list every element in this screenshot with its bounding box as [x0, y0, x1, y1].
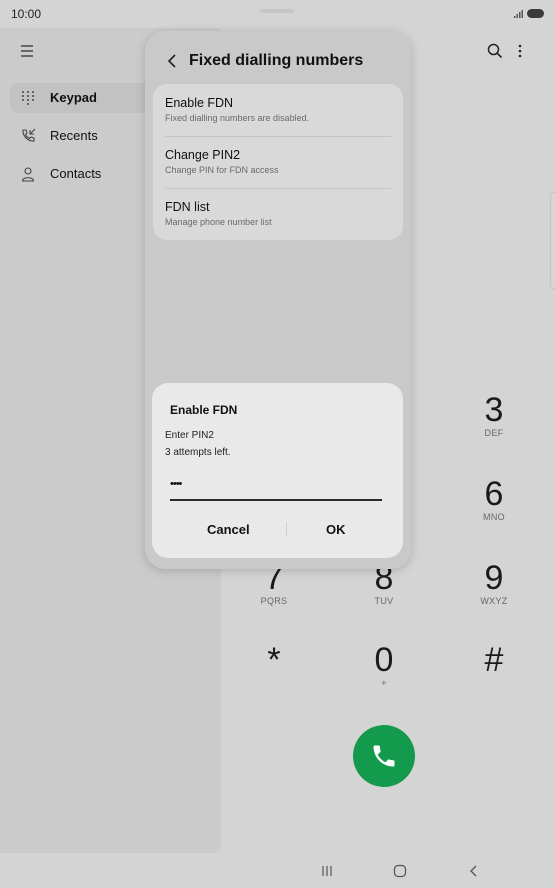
menu-icon[interactable]	[20, 44, 34, 58]
dialog-attempts-text: 3 attempts left.	[165, 447, 231, 458]
key-letters: TUV	[374, 596, 394, 606]
keypad-icon	[22, 91, 34, 105]
battery-icon	[527, 9, 544, 18]
key-letters: MNO	[483, 512, 505, 522]
key-digit: 6	[484, 475, 504, 513]
key-digit: 3	[484, 391, 504, 429]
button-separator	[286, 522, 287, 536]
key-digit: 0	[374, 641, 394, 679]
page-title: Fixed dialling numbers	[189, 52, 364, 69]
back-nav-icon[interactable]	[467, 864, 481, 878]
signal-icon	[514, 10, 523, 18]
row-subtitle: Change PIN for FDN access	[165, 165, 279, 175]
row-title: Change PIN2	[165, 148, 241, 162]
divider	[165, 188, 391, 189]
key-6[interactable]: 6 MNO	[464, 476, 524, 522]
sidebar-item-label: Keypad	[50, 90, 97, 105]
row-title: Enable FDN	[165, 96, 234, 110]
phone-icon	[373, 745, 395, 767]
dialog-title: Enable FDN	[170, 403, 238, 417]
drag-handle[interactable]	[260, 9, 294, 13]
sidebar-item-label: Recents	[50, 128, 98, 143]
search-icon[interactable]	[487, 43, 503, 59]
sidebar-item-label: Contacts	[50, 166, 102, 181]
key-digit: #	[484, 641, 504, 679]
key-digit: *	[267, 641, 281, 679]
key-3[interactable]: 3 DEF	[464, 392, 524, 438]
key-letters: WXYZ	[480, 596, 508, 606]
status-time: 10:00	[11, 7, 42, 21]
row-subtitle: Fixed dialling numbers are disabled.	[165, 113, 310, 123]
pin2-input-underline	[170, 499, 382, 501]
back-arrow-icon[interactable]	[166, 53, 178, 69]
scroll-handle[interactable]	[550, 192, 555, 289]
more-options-icon[interactable]	[512, 43, 528, 59]
key-hash[interactable]: #	[464, 642, 524, 678]
key-digit: 9	[484, 559, 504, 597]
enable-fdn-row[interactable]: Enable FDN Fixed dialling numbers are di…	[165, 96, 391, 123]
pin2-input[interactable]: ••••	[170, 478, 182, 490]
contacts-person-icon	[21, 167, 35, 182]
fdn-list-row[interactable]: FDN list Manage phone number list	[165, 200, 391, 227]
home-icon[interactable]	[393, 864, 407, 878]
change-pin2-row[interactable]: Change PIN2 Change PIN for FDN access	[165, 148, 391, 175]
call-button[interactable]	[353, 725, 415, 787]
key-0[interactable]: 0 +	[354, 642, 414, 688]
status-bar: 10:00	[0, 0, 555, 28]
dialog-prompt: Enter PIN2	[165, 430, 214, 441]
key-letters: PQRS	[260, 596, 288, 606]
key-letters: +	[381, 678, 387, 688]
row-subtitle: Manage phone number list	[165, 217, 272, 227]
recent-apps-icon[interactable]	[320, 864, 334, 878]
key-9[interactable]: 9 WXYZ	[464, 560, 524, 606]
recents-call-icon	[22, 128, 36, 142]
cancel-button[interactable]: Cancel	[207, 522, 250, 537]
ok-button[interactable]: OK	[326, 522, 346, 537]
key-letters: DEF	[484, 428, 504, 438]
key-star[interactable]: *	[244, 642, 304, 678]
divider	[165, 136, 391, 137]
row-title: FDN list	[165, 200, 210, 214]
